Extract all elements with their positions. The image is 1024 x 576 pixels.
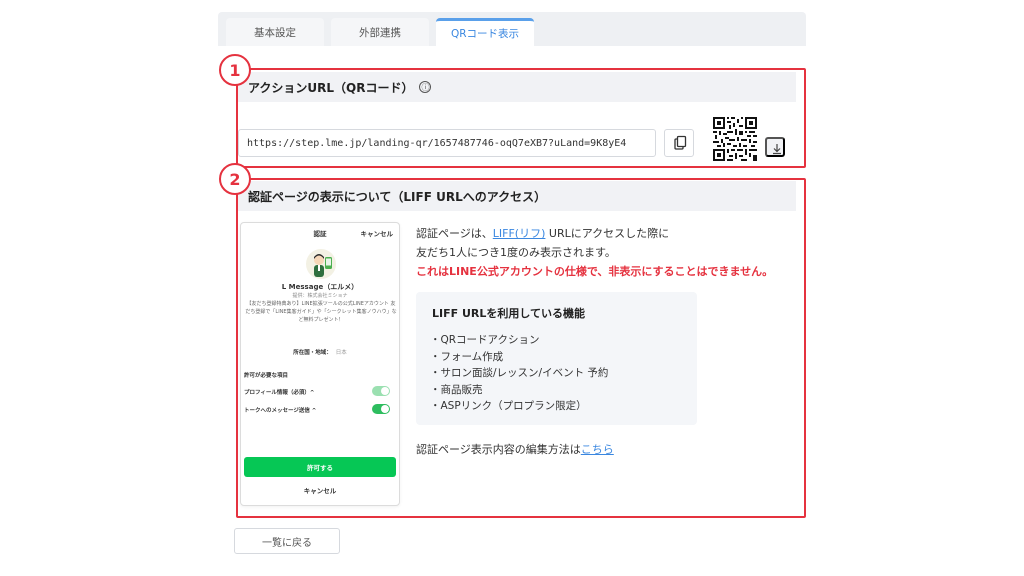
- annotation-box-2: [236, 178, 806, 518]
- tab-basic-settings[interactable]: 基本設定: [226, 18, 324, 46]
- annotation-number-2: 2: [219, 163, 251, 195]
- annotation-number-1: 1: [219, 54, 251, 86]
- tab-external-integration[interactable]: 外部連携: [331, 18, 429, 46]
- annotation-box-1: [236, 68, 806, 168]
- tab-qr-code[interactable]: QRコード表示: [436, 18, 534, 46]
- back-to-list-button[interactable]: 一覧に戻る: [234, 528, 340, 554]
- tab-bar: 基本設定 外部連携 QRコード表示: [218, 12, 806, 46]
